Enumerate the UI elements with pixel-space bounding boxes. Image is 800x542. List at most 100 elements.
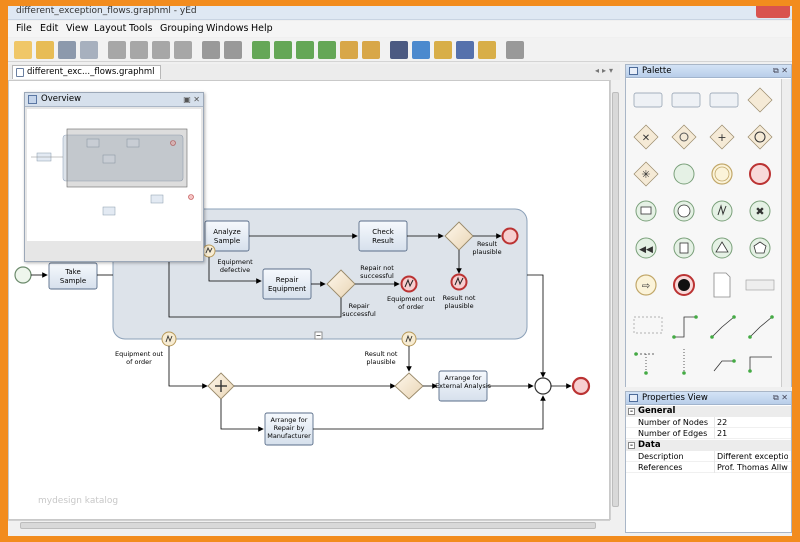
canvas-vertical-scrollbar[interactable] — [610, 80, 620, 520]
window-close-button[interactable] — [756, 6, 790, 18]
palette-window-buttons-icon[interactable]: ⧉ ✕ — [773, 65, 788, 77]
export-icon[interactable] — [80, 41, 98, 59]
application-window: different_exception_flows.graphml - yEd … — [8, 6, 792, 536]
snap-icon[interactable] — [412, 41, 430, 59]
redo-icon[interactable] — [224, 41, 242, 59]
svg-text:⇨: ⇨ — [642, 281, 650, 292]
end-event-subprocess — [501, 227, 519, 245]
open-folder-icon[interactable] — [36, 41, 54, 59]
property-row[interactable]: Number of Edges 21 — [626, 428, 791, 439]
zoom-selection-icon[interactable] — [318, 41, 336, 59]
property-row[interactable]: Number of Nodes 22 — [626, 417, 791, 428]
watermark-text: mydesign katalog — [38, 496, 119, 506]
palette-call-activity — [709, 92, 739, 108]
svg-text:✳: ✳ — [641, 168, 650, 181]
task-take-sample — [48, 262, 98, 290]
result-not-plausible-outer-1: Result not — [365, 350, 398, 358]
overview-viewport[interactable] — [27, 109, 201, 241]
canvas-horizontal-scrollbar[interactable] — [8, 520, 610, 530]
property-row[interactable]: Description Different exceptio... — [626, 451, 791, 462]
palette-icon — [629, 67, 638, 75]
menu-layout[interactable]: Layout — [94, 23, 126, 34]
zoom-out-icon[interactable] — [274, 41, 292, 59]
repair-equipment-label-2: Equipment — [268, 285, 306, 293]
menu-edit[interactable]: Edit — [40, 23, 58, 34]
menu-grouping[interactable]: Grouping — [160, 23, 204, 34]
paste-icon[interactable] — [152, 41, 170, 59]
tab-scroll-arrows-icon[interactable]: ◂▸▾ — [595, 66, 616, 75]
result-not-plausible-outer-2: plausible — [366, 358, 395, 366]
repair-equipment-label-1: Repair — [276, 276, 299, 284]
property-key: References — [638, 463, 683, 472]
new-document-icon[interactable] — [14, 41, 32, 59]
palette-end-event — [749, 163, 771, 185]
arrange-external-label-2: External Analysis — [435, 382, 491, 390]
arrange-repair-label-2: Repair by — [274, 424, 305, 432]
port-icon[interactable] — [478, 41, 496, 59]
copy-icon[interactable] — [130, 41, 148, 59]
properties-window-buttons-icon[interactable]: ⧉ ✕ — [773, 392, 788, 404]
save-icon[interactable] — [58, 41, 76, 59]
analyze-sample-label-2: Sample — [214, 237, 240, 245]
fit-content-icon[interactable] — [362, 41, 380, 59]
svg-text:◀◀: ◀◀ — [639, 245, 653, 255]
arrange-external-label-1: Arrange for — [445, 374, 482, 382]
properties-table: – General Number of Nodes 22 Number of E… — [626, 406, 791, 532]
zoom-in-icon[interactable] — [252, 41, 270, 59]
property-value: Prof. Thomas Allwe... — [714, 462, 788, 473]
overview-header: Overview ▣ ✕ — [25, 93, 203, 107]
document-tab-label: different_exc..._flows.graphml — [27, 67, 155, 77]
collapse-toggle-icon[interactable]: – — [628, 442, 635, 449]
property-group-label: General — [638, 406, 676, 416]
palette-task — [633, 92, 663, 108]
menu-help[interactable]: Help — [251, 23, 273, 34]
undo-icon[interactable] — [202, 41, 220, 59]
repair-successful-label-2: successful — [342, 310, 376, 318]
grid-icon[interactable] — [456, 41, 474, 59]
palette-items[interactable]: ✕ + ✳ ✖ ◀◀ ⇨ — [626, 79, 781, 387]
overview-title: Overview — [41, 94, 82, 104]
property-value: Different exceptio... — [714, 451, 788, 462]
menu-bar: File Edit View Layout Tools Grouping Win… — [8, 21, 792, 37]
title-bar: different_exception_flows.graphml - yEd — [8, 6, 792, 20]
horizontal-scroll-thumb[interactable] — [20, 522, 596, 529]
palette-panel: Palette ⧉ ✕ ✕ + ✳ ✖ ◀◀ ⇨ — [625, 64, 792, 387]
menu-view[interactable]: View — [66, 23, 89, 34]
zoom-original-icon[interactable] — [296, 41, 314, 59]
properties-header: Properties View ⧉ ✕ — [626, 392, 791, 405]
menu-windows[interactable]: Windows — [206, 23, 248, 34]
property-group-general[interactable]: – General — [626, 406, 791, 417]
document-tab[interactable]: different_exc..._flows.graphml — [12, 65, 161, 79]
window-title: different_exception_flows.graphml - yEd — [16, 6, 197, 16]
palette-directed-association — [713, 360, 734, 372]
delete-icon[interactable] — [174, 41, 192, 59]
overview-panel: Overview ▣ ✕ — [24, 92, 204, 262]
overview-icon — [28, 95, 37, 104]
cut-icon[interactable] — [108, 41, 126, 59]
orthogonal-edges-icon[interactable] — [434, 41, 452, 59]
select-mode-icon[interactable] — [390, 41, 408, 59]
vertical-scroll-thumb[interactable] — [612, 92, 619, 507]
zoom-area-icon[interactable] — [340, 41, 358, 59]
property-key: Number of Nodes — [638, 418, 708, 427]
palette-group — [633, 316, 663, 334]
overview-window-buttons-icon[interactable]: ▣ ✕ — [183, 93, 200, 106]
intermediate-merge-event — [534, 377, 552, 395]
palette-scrollbar[interactable] — [781, 79, 791, 387]
property-group-data[interactable]: – Data — [626, 440, 791, 451]
property-row[interactable]: References Prof. Thomas Allwe... — [626, 462, 791, 473]
properties-panel: Properties View ⧉ ✕ – General Number of … — [625, 391, 792, 533]
overview-minimap — [31, 128, 194, 216]
property-key: Description — [638, 452, 684, 461]
analyze-sample-label-1: Analyze — [213, 228, 241, 236]
menu-file[interactable]: File — [16, 23, 32, 34]
collapse-toggle-icon[interactable]: – — [628, 408, 635, 415]
palette-inclusive-gateway — [671, 124, 697, 150]
palette-event-gateway — [747, 124, 773, 150]
take-sample-label-1: Take — [64, 268, 81, 276]
result-not-plausible-inner-2: plausible — [444, 302, 473, 310]
repair-not-successful-label-2: successful — [360, 272, 394, 280]
palette-conditional-flow — [749, 316, 773, 338]
layout-icon[interactable] — [506, 41, 524, 59]
menu-tools[interactable]: Tools — [129, 23, 152, 34]
